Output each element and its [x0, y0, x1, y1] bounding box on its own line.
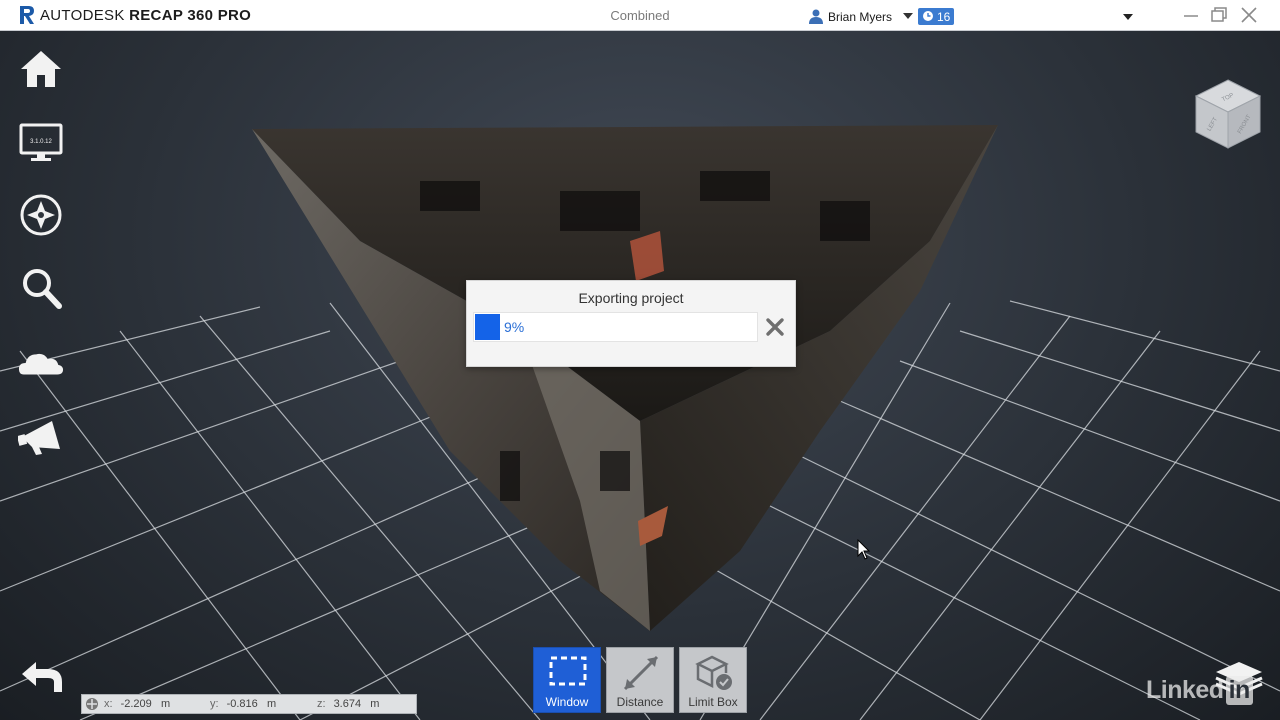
coordinate-target-icon: [86, 698, 98, 710]
mouse-cursor-icon: [857, 539, 871, 560]
app-title: AUTODESK RECAP 360 PRO: [40, 7, 251, 24]
progress-bar: 9%: [473, 312, 758, 342]
restore-icon[interactable]: [1208, 5, 1230, 25]
navigation-button[interactable]: [18, 192, 64, 238]
y-coordinate: y: -0.816 m: [210, 698, 277, 710]
product-name: RECAP 360 PRO: [129, 7, 252, 24]
z-coordinate: z: 3.674 m: [317, 698, 380, 710]
viewcube[interactable]: TOP LEFT FRONT: [1192, 76, 1264, 152]
search-icon: [23, 269, 62, 309]
distance-label: Distance: [616, 695, 664, 709]
point-cloud-viewport[interactable]: 3.1.0.12 TOP LEFT FRONT: [0, 31, 1280, 720]
progress-percent: 9%: [504, 319, 525, 335]
user-icon[interactable]: [808, 8, 824, 24]
display-settings-button[interactable]: 3.1.0.12: [18, 119, 64, 165]
scene-canvas: [0, 125, 1280, 720]
monitor-icon: 3.1.0.12: [19, 123, 63, 161]
minimize-icon[interactable]: [1180, 5, 1202, 25]
linkedin-watermark: Linked in: [1146, 676, 1253, 705]
window-label: Window: [545, 695, 589, 709]
clock-icon: [923, 11, 933, 21]
notification-badge[interactable]: 16: [918, 8, 954, 25]
cloud-icon: [18, 353, 64, 375]
autodesk-logo-icon: [20, 6, 34, 24]
limit-box-icon: [695, 655, 732, 690]
title-bar: AUTODESK RECAP 360 PRO Combined Brian My…: [0, 0, 1280, 31]
back-arrow-icon[interactable]: [18, 660, 64, 696]
megaphone-icon: [18, 421, 60, 455]
distance-measure-icon: [623, 655, 659, 691]
window-select-button[interactable]: Window: [533, 647, 601, 713]
user-menu-chevron-icon[interactable]: [903, 13, 913, 19]
project-name: Combined: [610, 8, 670, 23]
feedback-button[interactable]: [18, 414, 64, 460]
distance-button[interactable]: Distance: [606, 647, 674, 713]
home-icon: [21, 51, 61, 87]
close-icon[interactable]: [1238, 5, 1260, 25]
limit-box-button[interactable]: Limit Box: [679, 647, 747, 713]
app-menu-chevron-icon[interactable]: [1123, 14, 1133, 20]
x-coordinate: x: -2.209 m: [104, 698, 171, 710]
window-selection-icon: [549, 656, 587, 686]
compass-icon: [20, 194, 62, 236]
home-button[interactable]: [18, 46, 64, 92]
cloud-button[interactable]: [18, 339, 64, 385]
brand-name: AUTODESK: [40, 7, 125, 24]
progress-fill: [475, 314, 500, 340]
limit-box-label: Limit Box: [688, 695, 738, 709]
search-button[interactable]: [18, 265, 64, 311]
dialog-title: Exporting project: [578, 290, 684, 306]
coordinate-readout: x: -2.209 m y: -0.816 m z: 3.674 m: [81, 694, 417, 714]
notification-count: 16: [937, 10, 951, 24]
user-name[interactable]: Brian Myers: [828, 10, 892, 24]
cancel-export-icon[interactable]: [765, 317, 785, 337]
version-label: 3.1.0.12: [30, 139, 52, 145]
export-progress-dialog: Exporting project 9%: [466, 280, 796, 367]
